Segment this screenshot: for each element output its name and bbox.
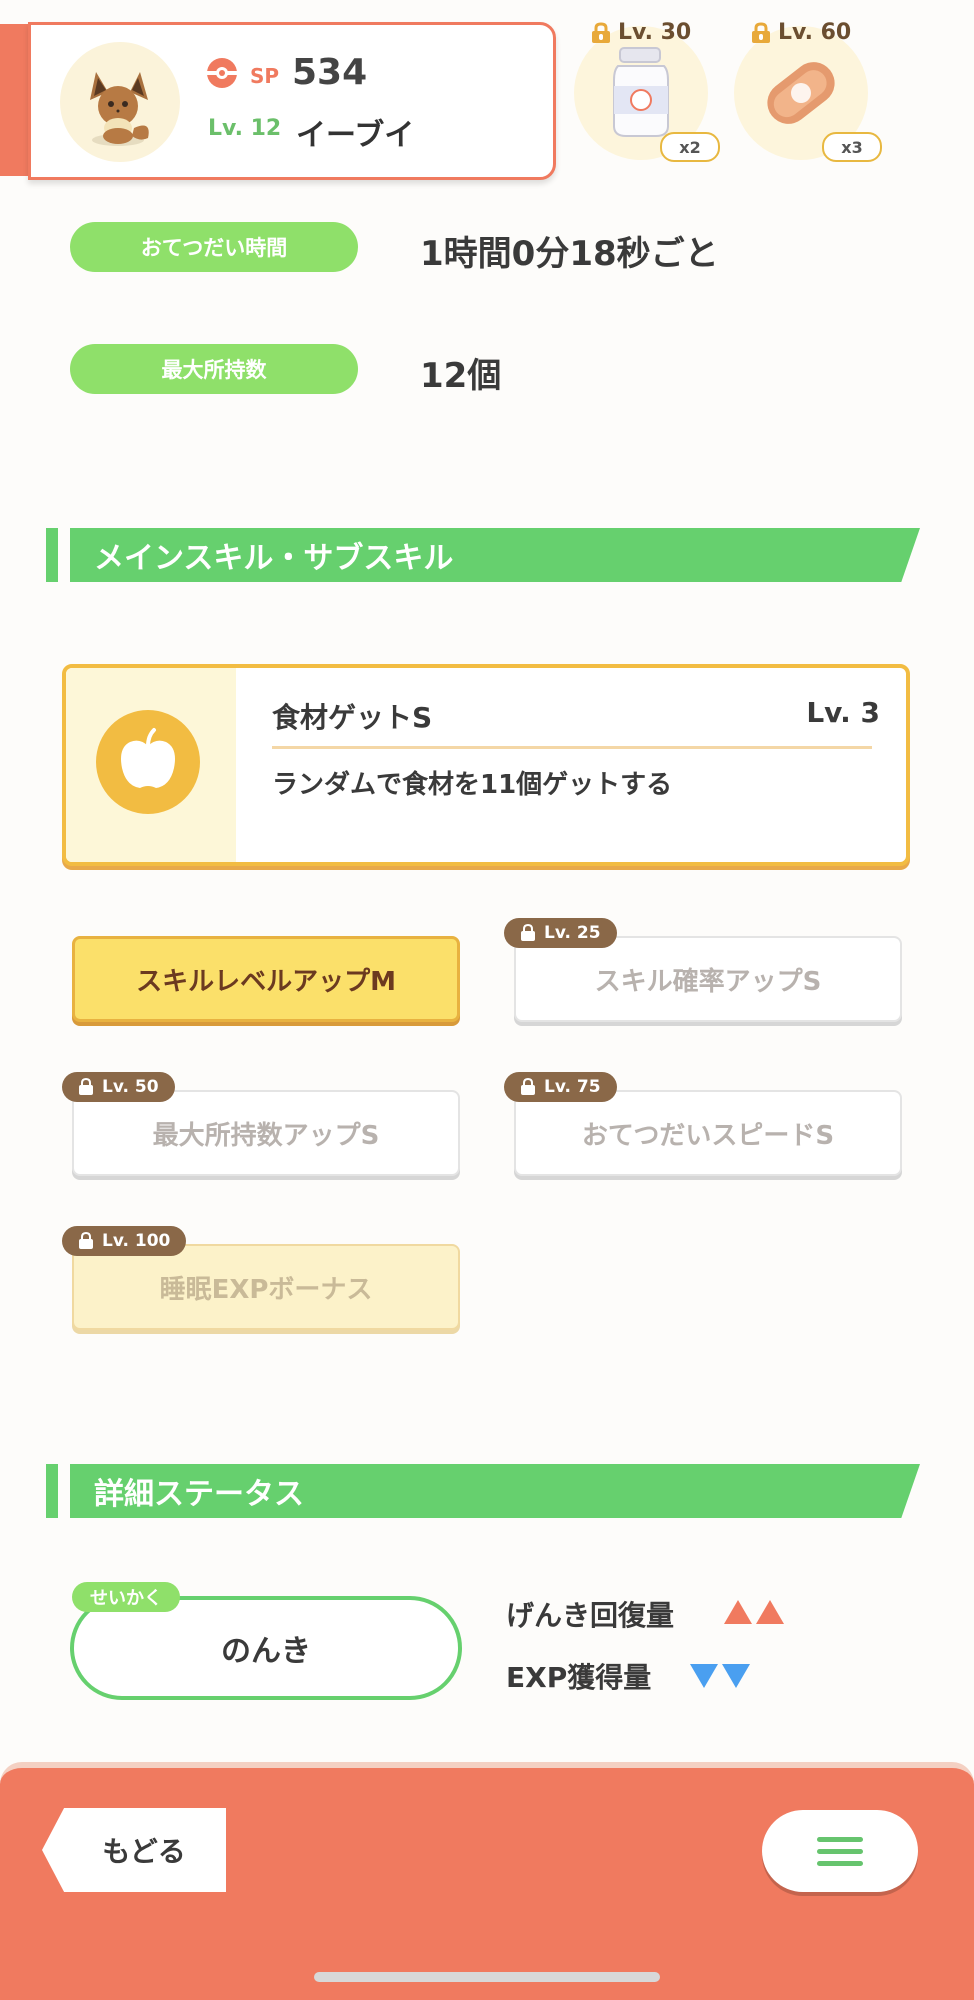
sub-skill-5-lock-badge: Lv. 100 bbox=[62, 1226, 187, 1256]
sub-skill-1-button[interactable]: スキルレベルアップM bbox=[72, 936, 460, 1022]
pokemon-avatar bbox=[60, 42, 180, 162]
apple-icon bbox=[121, 728, 175, 788]
sub-skill-2-lock-badge: Lv. 25 bbox=[504, 918, 617, 948]
ingredient-1-lock: Lv. 30 bbox=[590, 20, 691, 45]
sub-skill-3-unlock-level: Lv. 50 bbox=[102, 1077, 159, 1097]
sub-skill-4-unlock-level: Lv. 75 bbox=[544, 1077, 601, 1097]
lock-icon bbox=[521, 1078, 535, 1095]
main-skill-divider bbox=[272, 746, 872, 749]
main-skill-description: ランダムで食材を11個ゲットする bbox=[272, 770, 673, 800]
nature-tag: せいかく bbox=[72, 1582, 180, 1612]
sub-skill-5-button[interactable]: 睡眠EXPボーナス bbox=[72, 1244, 460, 1330]
effect-energy-recovery-label: げんき回復量 bbox=[506, 1599, 675, 1632]
ingredient-1-count: x2 bbox=[660, 132, 720, 162]
lock-icon bbox=[592, 21, 610, 43]
sub-skill-5-unlock-level: Lv. 100 bbox=[102, 1231, 171, 1251]
sub-skill-2-button[interactable]: スキル確率アップS bbox=[514, 936, 902, 1022]
sp-label: SP bbox=[250, 64, 280, 88]
up-arrow-icon bbox=[756, 1600, 784, 1624]
home-indicator[interactable] bbox=[314, 1972, 660, 1982]
sub-skill-3-button[interactable]: 最大所持数アップS bbox=[72, 1090, 460, 1176]
back-button[interactable]: もどる bbox=[42, 1808, 226, 1892]
skills-section-stripe bbox=[46, 528, 58, 582]
lock-icon bbox=[752, 21, 770, 43]
sub-skill-2-unlock-level: Lv. 25 bbox=[544, 923, 601, 943]
sub-skill-4-button[interactable]: おてつだいスピードS bbox=[514, 1090, 902, 1176]
main-skill-icon-circle bbox=[96, 710, 200, 814]
menu-button[interactable] bbox=[762, 1810, 918, 1892]
pokeball-icon bbox=[207, 58, 237, 88]
max-carry-value: 12個 bbox=[420, 356, 502, 396]
down-arrow-icon bbox=[722, 1664, 750, 1688]
status-section-stripe bbox=[46, 1464, 58, 1518]
effect-up-arrows bbox=[724, 1600, 784, 1624]
ingredient-2-count: x3 bbox=[822, 132, 882, 162]
lock-icon bbox=[79, 1078, 93, 1095]
hamburger-menu-icon-line bbox=[817, 1860, 863, 1866]
effect-down-arrows bbox=[690, 1664, 750, 1688]
max-carry-label: 最大所持数 bbox=[70, 344, 358, 394]
hamburger-menu-icon bbox=[817, 1836, 863, 1842]
lock-icon bbox=[79, 1232, 93, 1249]
main-skill-name: 食材ゲットS bbox=[272, 701, 433, 734]
sub-skill-3-lock-badge: Lv. 50 bbox=[62, 1072, 175, 1102]
sp-value: 534 bbox=[292, 52, 368, 93]
main-skill-card[interactable]: 食材ゲットS Lv. 3 ランダムで食材を11個ゲットする bbox=[62, 664, 910, 866]
down-arrow-icon bbox=[690, 1664, 718, 1688]
help-time-value: 1時間0分18秒ごと bbox=[420, 234, 719, 274]
up-arrow-icon bbox=[724, 1600, 752, 1624]
pokemon-level: Lv. 12 bbox=[208, 116, 282, 141]
ingredient-1-level: Lv. 30 bbox=[618, 20, 692, 45]
sub-skill-4-lock-badge: Lv. 75 bbox=[504, 1072, 617, 1102]
help-time-label: おてつだい時間 bbox=[70, 222, 358, 272]
effect-exp-gain-label: EXP獲得量 bbox=[506, 1661, 652, 1694]
pokemon-name: イーブイ bbox=[296, 118, 415, 153]
main-skill-level: Lv. 3 bbox=[806, 696, 880, 729]
ingredient-2-level: Lv. 60 bbox=[778, 20, 852, 45]
hamburger-menu-icon-line bbox=[817, 1848, 863, 1854]
lock-icon bbox=[521, 924, 535, 941]
status-section-title: 詳細ステータス bbox=[70, 1464, 920, 1518]
skills-section-title: メインスキル・サブスキル bbox=[70, 528, 920, 582]
ingredient-2-lock: Lv. 60 bbox=[750, 20, 851, 45]
eevee-icon bbox=[90, 72, 149, 146]
